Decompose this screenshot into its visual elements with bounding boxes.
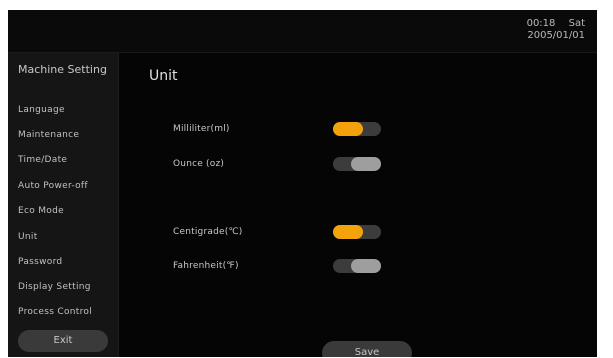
main-panel: Unit Milliliter(ml) Ounce (oz) Centigrad…: [119, 53, 597, 357]
clock: 00:18 Sat 2005/01/01: [527, 18, 585, 42]
sidebar: Machine Setting Language Maintenance Tim…: [8, 53, 119, 357]
page-title: Unit: [149, 68, 178, 84]
fahrenheit-label: Fahrenheit(℉): [173, 261, 239, 271]
milliliter-toggle[interactable]: [333, 122, 381, 136]
toggle-knob: [333, 122, 363, 136]
sidebar-item-auto-power-off[interactable]: Auto Power-off: [18, 181, 88, 191]
save-button[interactable]: Save: [322, 341, 412, 357]
centigrade-label: Centigrade(℃): [173, 227, 243, 237]
clock-weekday: Sat: [568, 18, 585, 29]
sidebar-item-process-control[interactable]: Process Control: [18, 307, 92, 317]
exit-button[interactable]: Exit: [18, 330, 108, 352]
centigrade-toggle[interactable]: [333, 225, 381, 239]
status-bar: 00:18 Sat 2005/01/01: [8, 10, 597, 53]
sidebar-item-language[interactable]: Language: [18, 105, 65, 115]
toggle-knob: [351, 157, 381, 171]
sidebar-title: Machine Setting: [18, 63, 107, 76]
sidebar-item-time-date[interactable]: Time/Date: [18, 155, 67, 165]
sidebar-item-maintenance[interactable]: Maintenance: [18, 130, 79, 140]
sidebar-item-display-setting[interactable]: Display Setting: [18, 282, 91, 292]
toggle-knob: [351, 259, 381, 273]
sidebar-item-password[interactable]: Password: [18, 257, 62, 267]
milliliter-label: Milliliter(ml): [173, 124, 230, 134]
toggle-knob: [333, 225, 363, 239]
sidebar-item-unit[interactable]: Unit: [18, 232, 38, 242]
ounce-toggle[interactable]: [333, 157, 381, 171]
sidebar-item-eco-mode[interactable]: Eco Mode: [18, 206, 64, 216]
ounce-label: Ounce (oz): [173, 159, 225, 169]
clock-date: 2005/01/01: [527, 30, 585, 41]
clock-time: 00:18: [526, 18, 556, 29]
device-screen: 00:18 Sat 2005/01/01 Machine Setting Lan…: [8, 10, 597, 357]
fahrenheit-toggle[interactable]: [333, 259, 381, 273]
